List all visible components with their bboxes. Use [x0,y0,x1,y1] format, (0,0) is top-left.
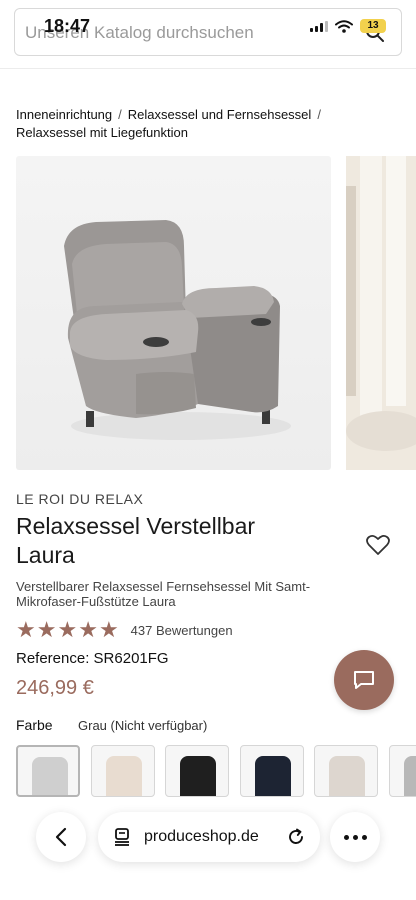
status-time: 18:47 [44,16,91,36]
chat-button[interactable] [334,650,394,710]
product-image-main[interactable] [16,156,331,470]
chevron-left-icon [55,827,67,847]
review-count[interactable]: 437 Bewertungen [131,623,233,638]
back-button[interactable] [36,812,86,862]
swatch-chair-image [403,756,416,796]
star-icon: ★ [78,617,98,642]
reload-icon[interactable] [286,827,306,847]
breadcrumb: Inneneinrichtung / Relaxsessel und Fernseh… [16,106,400,142]
color-label: Farbe [16,717,53,733]
star-icon: ★ [98,617,119,642]
swatch-chair-image [105,756,142,796]
star-icon: ★ [36,617,57,642]
product-title: Relaxsessel Verstellbar Laura [16,513,256,568]
more-dot [352,834,358,840]
more-options-button[interactable] [330,812,380,862]
product-price: 246,99 € [16,677,94,699]
wifi-icon [335,19,353,33]
color-swatch[interactable] [388,745,416,797]
breadcrumb-item-liegefunktion[interactable]: Relaxsessel mit Liegefunktion [16,125,188,140]
star-icon: ★ [57,617,78,642]
status-icons: 13 [310,19,386,33]
product-image-secondary[interactable] [346,156,416,470]
url-text[interactable]: produceshop.de [144,828,259,846]
more-dot [361,834,367,840]
color-swatch[interactable] [239,745,304,797]
product-brand[interactable]: LE ROI DU RELAX [16,491,143,507]
header-divider [0,68,416,69]
breadcrumb-separator: / [317,107,321,122]
color-swatch[interactable] [90,745,155,797]
battery-icon: 13 [360,19,386,33]
recliner-chair-image [64,220,291,440]
rating-stars: ★ ★ ★ ★ ★ [16,619,119,641]
product-subtitle: Verstellbarer Relaxsessel Fernsehsessel … [16,579,311,609]
color-value: Grau (Nicht verfügbar) [78,718,208,733]
color-swatch[interactable] [165,745,229,797]
signal-icon [310,20,328,32]
product-gallery[interactable] [16,156,416,470]
product-reference: Reference: SR6201FG [16,650,169,667]
product-rating[interactable]: ★ ★ ★ ★ ★ 437 Bewertungen [16,619,233,641]
breadcrumb-separator: / [118,107,122,122]
color-swatches [16,745,416,797]
chat-icon [354,671,374,689]
star-icon: ★ [16,617,36,642]
color-swatch[interactable] [314,745,378,797]
heart-icon[interactable] [366,534,390,556]
address-bar[interactable]: produceshop.de [98,812,320,862]
swatch-chair-image [329,756,365,796]
swatch-chair-image [180,756,216,796]
more-dot [343,834,349,840]
color-swatch[interactable] [16,745,80,797]
page-settings-icon[interactable] [114,828,130,846]
breadcrumb-item-inneneinrichtung[interactable]: Inneneinrichtung [16,107,112,122]
swatch-chair-image [254,756,291,796]
breadcrumb-item-relaxsessel-fernsehsessel[interactable]: Relaxsessel und Fernsehsessel [128,107,312,122]
swatch-chair-image [32,757,68,795]
